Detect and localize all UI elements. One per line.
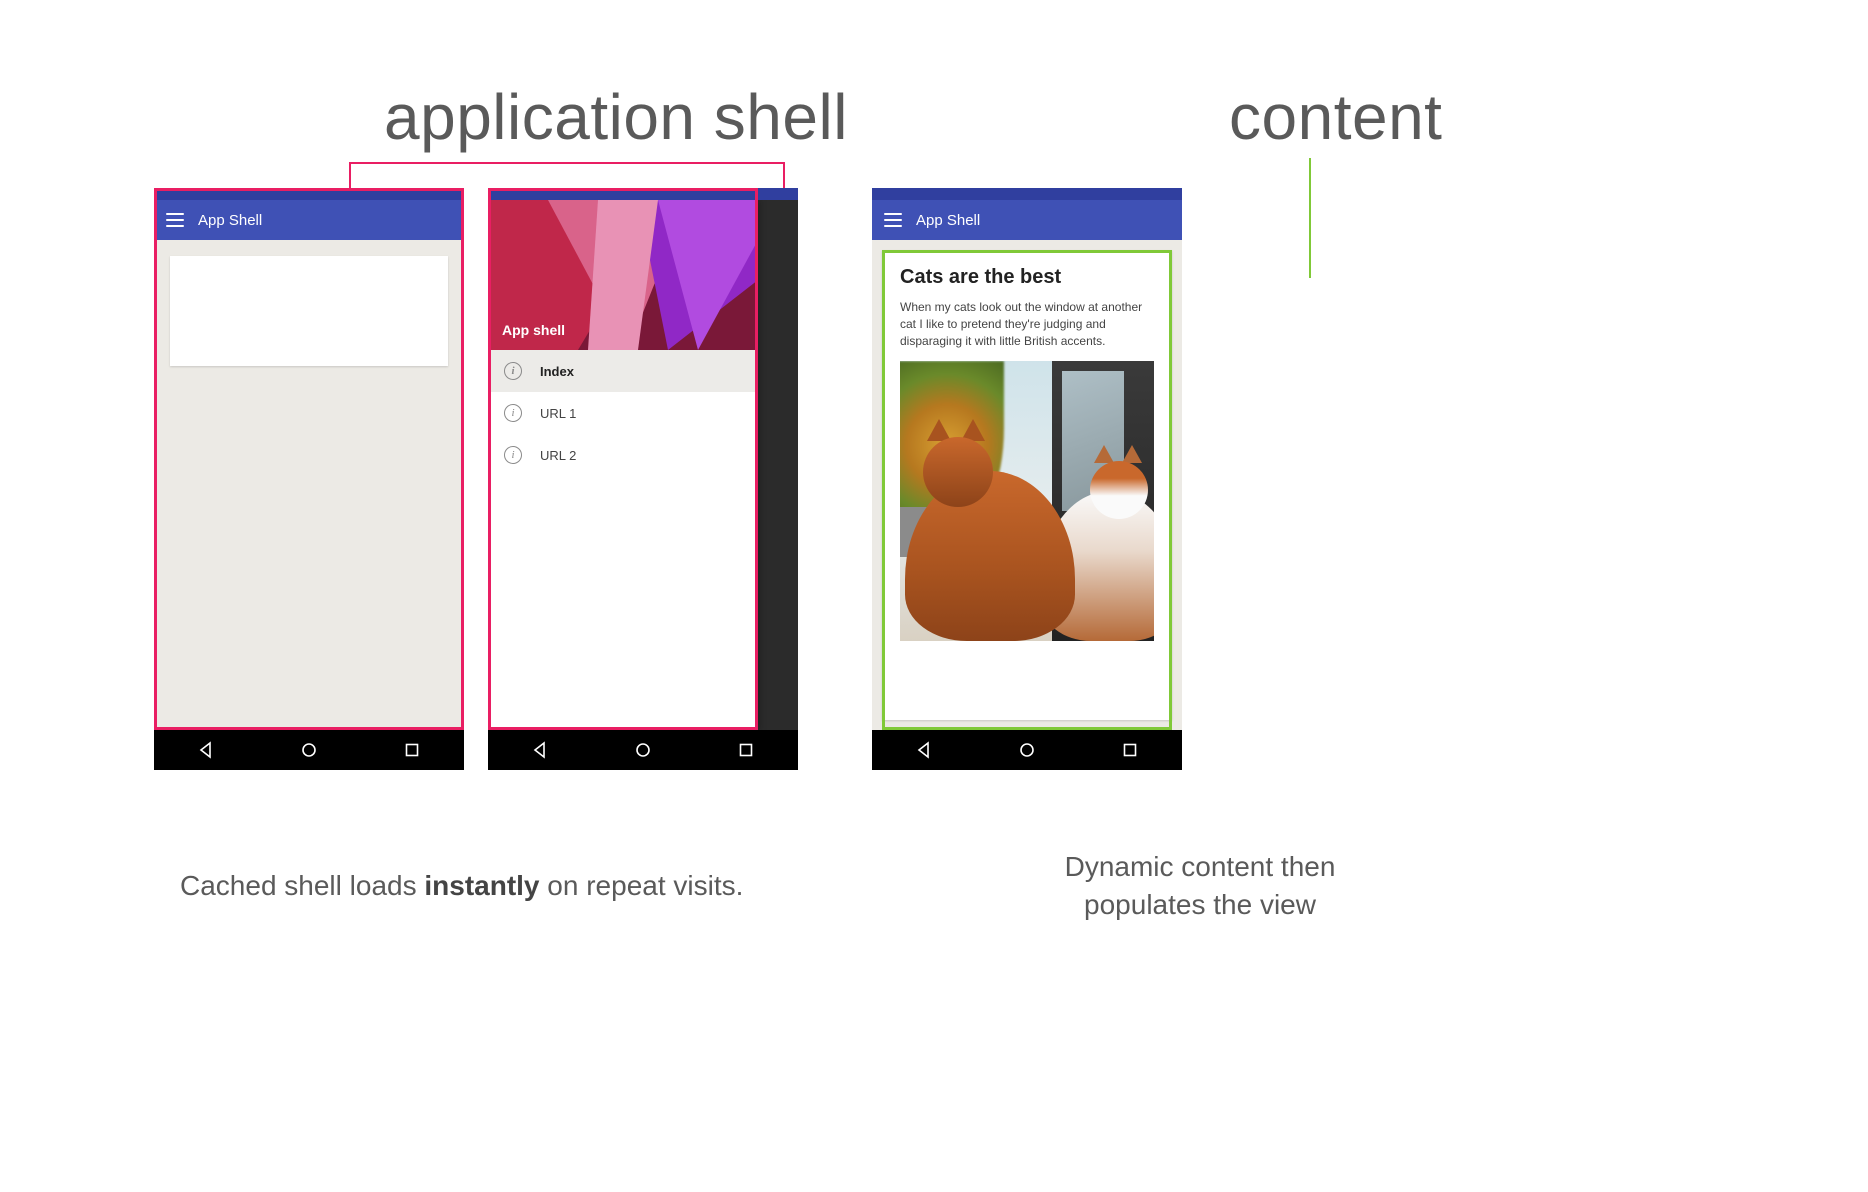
drawer-title: App shell [502, 322, 565, 338]
phone-body [154, 240, 464, 730]
phone-body: Cats are the best When my cats look out … [872, 240, 1182, 730]
nav-back-icon[interactable] [531, 741, 549, 759]
caption-emphasis: instantly [424, 870, 539, 901]
nav-home-icon[interactable] [634, 741, 652, 759]
nav-back-icon[interactable] [197, 741, 215, 759]
android-nav-bar [154, 730, 464, 770]
menu-icon[interactable] [884, 213, 902, 227]
nav-recent-icon[interactable] [403, 741, 421, 759]
phone-content: App Shell Cats are the best When my cats… [872, 188, 1182, 770]
nav-recent-icon[interactable] [737, 741, 755, 759]
heading-application-shell: application shell [384, 80, 848, 154]
caption-shell: Cached shell loads instantly on repeat v… [180, 870, 743, 902]
app-bar: App Shell [872, 200, 1182, 240]
app-bar-title: App Shell [916, 212, 980, 229]
heading-content: content [1229, 80, 1442, 154]
connector-content-drop [1309, 158, 1311, 278]
caption-text: Cached shell loads [180, 870, 424, 901]
menu-icon[interactable] [166, 213, 184, 227]
status-bar [872, 188, 1182, 200]
nav-recent-icon[interactable] [1121, 741, 1139, 759]
content-card: Cats are the best When my cats look out … [882, 250, 1172, 720]
android-nav-bar [488, 730, 798, 770]
nav-home-icon[interactable] [300, 741, 318, 759]
status-bar [488, 188, 798, 200]
info-icon: i [504, 404, 522, 422]
info-icon: i [504, 446, 522, 464]
content-title: Cats are the best [900, 266, 1154, 289]
caption-text: on repeat visits. [540, 870, 744, 901]
placeholder-card [170, 256, 448, 366]
spacer [822, 188, 848, 770]
phone-body: App shell i Index i URL 1 i U [488, 200, 798, 730]
drawer-item-url2[interactable]: i URL 2 [488, 434, 758, 476]
info-icon: i [504, 362, 522, 380]
connector-shell-horizontal [349, 162, 783, 164]
drawer-list: i Index i URL 1 i URL 2 [488, 350, 758, 476]
phone-shell-drawer: App shell i Index i URL 1 i U [488, 188, 798, 770]
connector-shell-drop-left [349, 162, 351, 188]
status-bar [154, 188, 464, 200]
app-bar: App Shell [154, 200, 464, 240]
drawer-item-label: URL 1 [540, 406, 576, 421]
drawer-item-label: URL 2 [540, 448, 576, 463]
nav-back-icon[interactable] [915, 741, 933, 759]
drawer-item-label: Index [540, 364, 574, 379]
connector-shell-drop-right [783, 162, 785, 188]
nav-home-icon[interactable] [1018, 741, 1036, 759]
phone-shell-empty: App Shell [154, 188, 464, 770]
drawer-item-index[interactable]: i Index [488, 350, 758, 392]
content-image [900, 361, 1154, 641]
caption-content: Dynamic content then populates the view [1010, 848, 1390, 924]
android-nav-bar [872, 730, 1182, 770]
drawer-header: App shell [488, 200, 758, 350]
phones-row: App Shell [154, 188, 1182, 770]
app-bar-title: App Shell [198, 212, 262, 229]
drawer-item-url1[interactable]: i URL 1 [488, 392, 758, 434]
content-body: When my cats look out the window at anot… [900, 299, 1154, 349]
nav-drawer: App shell i Index i URL 1 i U [488, 200, 758, 730]
